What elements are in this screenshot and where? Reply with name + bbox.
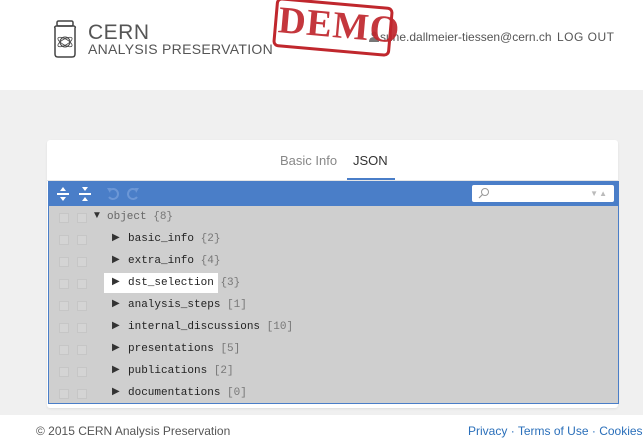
context-menu-handle[interactable] [77,213,87,223]
expand-all-icon[interactable] [55,186,71,202]
copyright: © 2015 CERN Analysis Preservation [36,424,231,438]
search-icon [478,188,489,199]
context-menu-handle[interactable] [77,301,87,311]
expanded-triangle-icon[interactable]: ▼ [92,210,102,221]
active-tab-indicator [347,178,395,180]
tree-key: documentations [128,387,221,399]
header: CERN ANALYSIS PRESERVATION sune.dallmeie… [0,0,643,90]
tree-row[interactable]: ▶ analysis_steps [1] [49,294,618,316]
brand-subtitle: ANALYSIS PRESERVATION [88,41,273,57]
collapsed-triangle-icon[interactable]: ▶ [112,342,120,353]
tree-key: basic_info [128,233,195,245]
tree-row[interactable]: ▶ basic_info {2} [49,228,618,250]
drag-handle[interactable] [59,257,69,267]
footer: © 2015 CERN Analysis Preservation Privac… [0,415,643,445]
tree-root-row[interactable]: ▼ object {8} [49,206,618,228]
tree-row[interactable]: ▶ dst_selection {3} [49,272,618,294]
context-menu-handle[interactable] [77,367,87,377]
editor-toolbar: ▼▲ [49,182,618,206]
context-menu-handle[interactable] [77,257,87,267]
collapse-all-icon[interactable] [77,186,93,202]
tree-count: {3} [220,277,241,289]
tree-key: internal_discussions [128,321,261,333]
context-menu-handle[interactable] [77,235,87,245]
drag-handle[interactable] [59,235,69,245]
brand-name: CERN [88,21,150,44]
tab-basic-info[interactable]: Basic Info [280,153,337,168]
main-content: Basic Info JSON ▼▲ ▼ object {8} ▶ basic_… [0,90,643,415]
tree-count: {2} [200,233,221,245]
collapsed-triangle-icon[interactable]: ▶ [112,254,120,265]
collapsed-triangle-icon[interactable]: ▶ [112,386,120,397]
drag-handle[interactable] [59,301,69,311]
tree-key: publications [128,365,208,377]
search-box[interactable]: ▼▲ [472,185,614,202]
context-menu-handle[interactable] [77,345,87,355]
tree-key: presentations [128,343,214,355]
tree-count: [0] [227,387,247,399]
drag-handle[interactable] [59,213,69,223]
context-menu-handle[interactable] [77,279,87,289]
undo-icon[interactable] [105,186,121,202]
tree-count: {4} [200,255,221,267]
tree-key: dst_selection [128,277,214,289]
drag-handle[interactable] [59,367,69,377]
context-menu-handle[interactable] [77,323,87,333]
json-editor: ▼▲ ▼ object {8} ▶ basic_info {2} ▶ extra_in… [48,181,619,404]
tree-count: [1] [227,299,247,311]
collapsed-triangle-icon[interactable]: ▶ [112,276,120,287]
tab-json[interactable]: JSON [353,153,388,168]
root-count: {8} [153,211,174,223]
collapsed-triangle-icon[interactable]: ▶ [112,232,120,243]
logout-button[interactable]: LOG OUT [557,30,615,44]
tab-bar: Basic Info JSON [47,140,618,181]
search-nav-arrows-icon[interactable]: ▼▲ [590,189,608,198]
editor-panel: Basic Info JSON ▼▲ ▼ object {8} ▶ basic_… [47,140,619,408]
cookies-link[interactable]: Cookies [599,424,642,438]
tree-row[interactable]: ▶ publications [2] [49,360,618,382]
root-key: object [107,211,147,223]
tree-row[interactable]: ▶ extra_info {4} [49,250,618,272]
collapsed-triangle-icon[interactable]: ▶ [112,364,120,375]
tree-key: analysis_steps [128,299,221,311]
tree-row[interactable]: ▶ presentations [5] [49,338,618,360]
context-menu-handle[interactable] [77,389,87,399]
tree-row[interactable]: ▶ documentations [0] [49,382,618,404]
user-email[interactable]: sune.dallmeier-tiessen@cern.ch [380,30,552,44]
tree-row[interactable]: ▶ internal_discussions [10] [49,316,618,338]
tree-count: [5] [220,343,241,355]
tree-count: [10] [266,321,294,333]
drag-handle[interactable] [59,279,69,289]
collapsed-triangle-icon[interactable]: ▶ [112,320,120,331]
drag-handle[interactable] [59,323,69,333]
tree-key: extra_info [128,255,195,267]
drag-handle[interactable] [59,345,69,355]
json-tree: ▼ object {8} ▶ basic_info {2} ▶ extra_info … [49,206,618,404]
tree-count: [2] [213,365,234,377]
collapsed-triangle-icon[interactable]: ▶ [112,298,120,309]
footer-links: Privacy · Terms of Use · Cookies [468,424,643,438]
drag-handle[interactable] [59,389,69,399]
privacy-link[interactable]: Privacy [468,424,507,438]
terms-link[interactable]: Terms of Use [518,424,589,438]
jar-logo-icon[interactable] [50,20,80,58]
redo-icon[interactable] [125,186,141,202]
demo-stamp: DEMO [272,0,402,58]
